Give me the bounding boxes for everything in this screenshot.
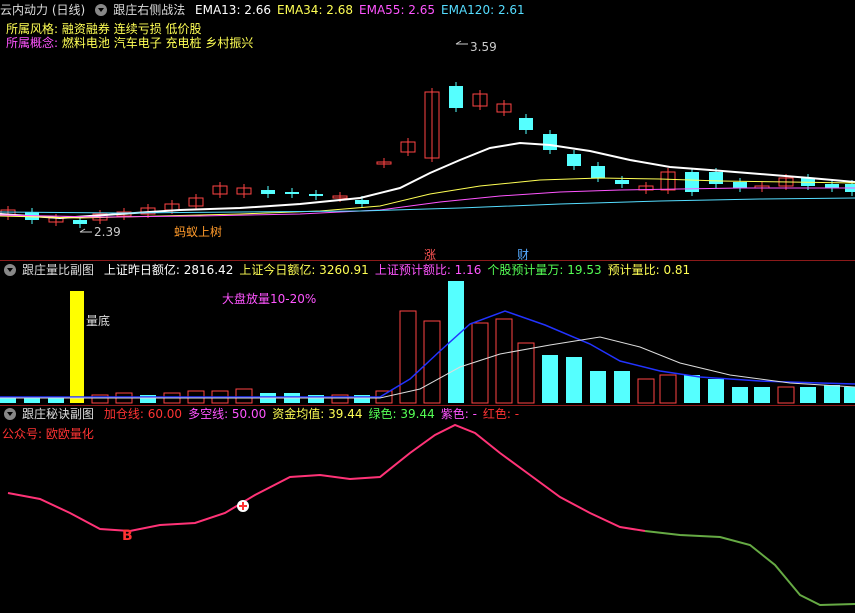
ema-value-3: EMA120: 2.61 [441,3,525,17]
high-price-label: 3.59 [470,40,497,54]
volume-values: 上证昨日额亿: 2816.42 上证今日额亿: 3260.91 上证预计额比: 1.… [104,263,696,277]
volume-ma-blue [0,310,855,398]
volume-bar [331,394,349,404]
volume-bar [732,387,748,403]
ema-value-2: EMA55: 2.65 [359,3,436,17]
volume-bar [614,371,630,403]
volume-bar [844,387,855,403]
volume-indicator-name[interactable]: 跟庄量比副图 [22,263,94,277]
price-chart[interactable] [0,18,855,258]
volume-bar [354,395,370,403]
volume-bar [824,385,840,403]
volume-bar [91,394,109,404]
main-indicator-name[interactable]: 跟庄右侧战法 [113,3,185,17]
volume-bar [235,388,253,404]
volume-bar [659,374,677,404]
fund-line-green [644,530,855,607]
volume-bar [777,386,795,404]
volume-value-2: 上证预计额比: 1.16 [374,263,482,277]
plus-marker-icon [237,500,249,512]
candlesticks [0,82,855,228]
volume-value-0: 上证昨日额亿: 2816.42 [103,263,234,277]
volume-chart[interactable] [0,279,855,405]
volume-bar [517,342,535,404]
buy-signal-label: B [122,528,133,544]
volume-bar [684,375,700,403]
low-price-label: 2.39 [94,225,121,239]
volume-bar [140,395,156,403]
fund-line-red [7,423,646,533]
volume-annotation: 大盘放量10-20% [222,292,317,306]
main-chart-header: 云内动力 (日线) 跟庄右侧战法 EMA13: 2.66 EMA34: 2.68 EM… [0,1,855,19]
volume-bar [308,395,324,403]
volume-bar [495,318,513,404]
volume-bar [800,387,816,403]
volume-bar [708,379,724,403]
volume-value-1: 上证今日额亿: 3260.91 [239,263,369,277]
volume-bar [471,322,489,404]
ema-value-1: EMA34: 2.68 [277,3,354,17]
volume-settings-icon[interactable] [4,264,16,276]
volume-bar [566,357,582,403]
ema120-line [0,197,855,214]
pattern-label: 蚂蚁上树 [174,225,223,239]
volume-ma-white [0,336,855,399]
volume-bar [399,310,417,404]
high-price-pointer [455,40,468,45]
ema-value-0: EMA13: 2.66 [195,3,272,17]
volume-bar [542,355,558,403]
ema-values: EMA13: 2.66 EMA34: 2.68 EMA55: 2.65 EMA120:… [195,3,531,17]
volume-value-3: 个股预计量万: 19.53 [487,263,602,277]
volume-bar [590,371,606,403]
ema13-line [0,141,855,220]
secret-chart[interactable] [0,405,855,613]
stock-title[interactable]: 云内动力 (日线) [0,3,85,17]
volume-bar [423,320,441,404]
volume-bar [70,291,84,403]
volume-bar [637,378,655,404]
volume-header: 跟庄量比副图 上证昨日额亿: 2816.42 上证今日额亿: 3260.91 上证预… [0,261,855,279]
volume-bar [754,387,770,403]
indicator-settings-icon[interactable] [95,4,108,16]
volume-bottom-label: 量底 [86,314,111,328]
low-price-pointer [79,228,92,233]
volume-value-4: 预计量比: 0.81 [607,263,691,277]
